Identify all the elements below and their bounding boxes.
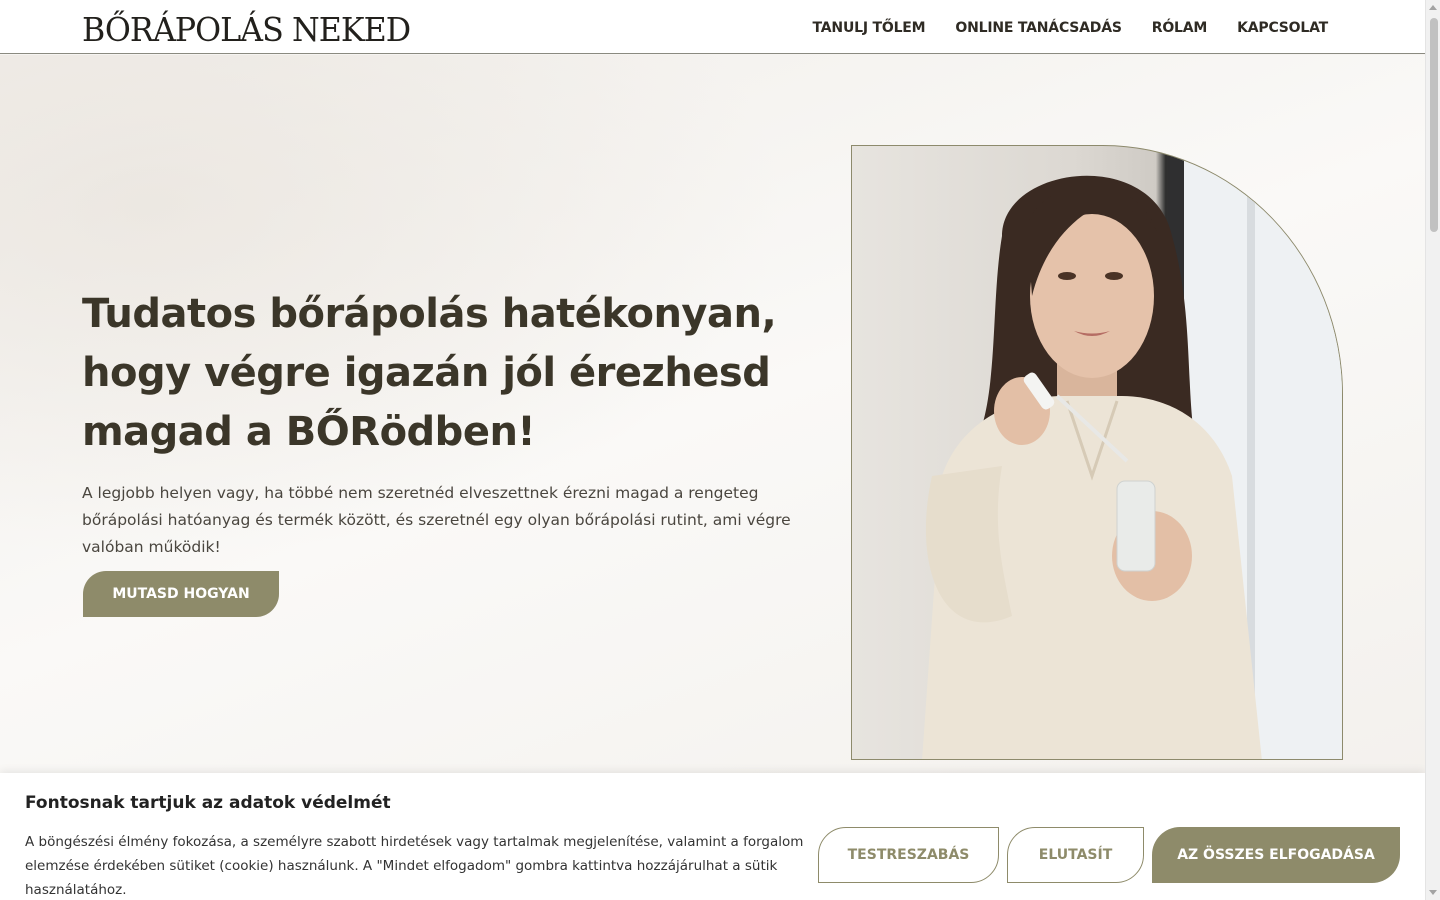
scroll-thumb[interactable] — [1430, 18, 1438, 232]
show-how-button[interactable]: MUTASD HOGYAN — [83, 571, 279, 617]
scroll-up-icon[interactable] — [1429, 5, 1437, 10]
nav-item-rolam[interactable]: RÓLAM — [1152, 18, 1208, 38]
nav-item-kapcsolat[interactable]: KAPCSOLAT — [1237, 18, 1328, 38]
main-nav: TANULJ TŐLEM ONLINE TANÁCSADÁS RÓLAM KAP… — [813, 18, 1329, 38]
scroll-down-icon[interactable] — [1429, 890, 1437, 895]
accept-all-button[interactable]: AZ ÖSSZES ELFOGADÁSA — [1152, 827, 1400, 883]
page-scrollbar[interactable] — [1425, 0, 1440, 900]
nav-item-online-tanacsadas[interactable]: ONLINE TANÁCSADÁS — [955, 18, 1122, 38]
hero-photo — [851, 145, 1343, 760]
hero-description: A legjobb helyen vagy, ha többé nem szer… — [82, 484, 791, 556]
reject-button[interactable]: ELUTASÍT — [1007, 827, 1144, 883]
site-logo[interactable]: BŐRÁPOLÁS NEKED — [82, 10, 411, 50]
cookie-banner: Fontosnak tartjuk az adatok védelmét A b… — [0, 773, 1425, 900]
customize-button[interactable]: TESTRESZABÁS — [818, 827, 999, 883]
site-header: BŐRÁPOLÁS NEKED TANULJ TŐLEM ONLINE TANÁ… — [0, 0, 1425, 54]
nav-item-tanulj-tolem[interactable]: TANULJ TŐLEM — [813, 18, 926, 38]
cookie-title: Fontosnak tartjuk az adatok védelmét — [25, 793, 391, 813]
hero-title: Tudatos bőrápolás hatékonyan, hogy végre… — [82, 291, 777, 455]
woman-with-serum-illustration — [922, 146, 1342, 759]
cookie-text: A böngészési élmény fokozása, a személyr… — [25, 834, 804, 898]
